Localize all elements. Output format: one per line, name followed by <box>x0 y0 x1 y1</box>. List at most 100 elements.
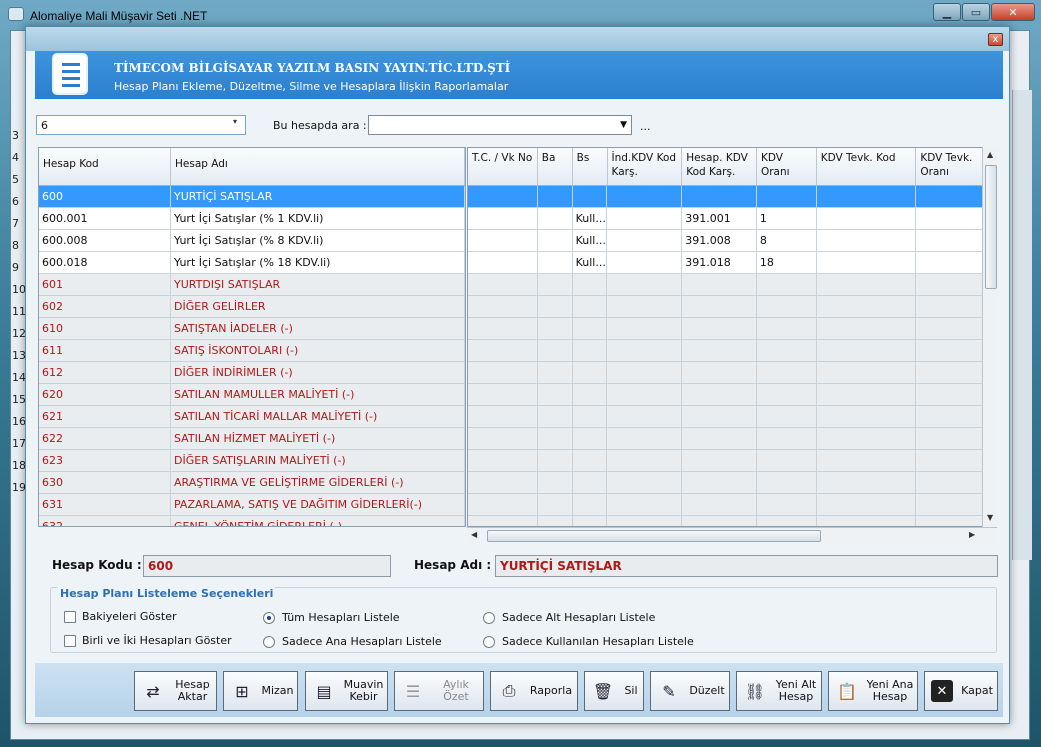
chevron-down-icon[interactable]: ▼ <box>620 120 627 130</box>
scroll-down-icon[interactable]: ▼ <box>987 513 993 522</box>
table-row[interactable] <box>468 494 996 516</box>
hesap-aktar-button[interactable]: ⇄ Hesap Aktar <box>134 671 217 711</box>
cell-tc <box>468 274 538 295</box>
table-row[interactable]: Kull... 391.001 1 <box>468 208 996 230</box>
list-all-radio[interactable]: Tüm Hesapları Listele <box>263 611 400 624</box>
minimize-button[interactable]: ▁ <box>933 3 961 21</box>
table-row[interactable] <box>468 362 996 384</box>
scroll-up-icon[interactable]: ▲ <box>987 150 993 159</box>
table-row[interactable] <box>468 274 996 296</box>
radio[interactable] <box>483 611 495 624</box>
cell-hkdv <box>682 406 757 427</box>
hesap-adi-field[interactable]: YURTİÇİ SATIŞLAR <box>495 555 998 577</box>
list-sub-label: Sadece Alt Hesapları Listele <box>502 611 656 624</box>
column-header[interactable]: T.C. / Vk No <box>468 148 538 185</box>
table-row[interactable]: Kull... 391.008 8 <box>468 230 996 252</box>
table-row[interactable]: 600.008 Yurt İçi Satışlar (% 8 KDV.li) <box>39 230 465 252</box>
table-row[interactable] <box>468 516 996 526</box>
column-header[interactable]: Bs <box>573 148 608 185</box>
cell-bs <box>573 340 608 361</box>
raporla-button[interactable]: ⎙ Raporla <box>490 671 578 711</box>
column-header[interactable]: Hesap Kod <box>39 148 171 185</box>
list-used-radio[interactable]: Sadece Kullanılan Hesapları Listele <box>483 635 694 648</box>
duzelt-button[interactable]: ✎ Düzelt <box>650 671 730 711</box>
column-header[interactable]: Ba <box>538 148 573 185</box>
muavin-kebir-button[interactable]: ▤ Muavin Kebir <box>305 671 388 711</box>
duzelt-label: Düzelt <box>689 684 725 697</box>
mizan-button[interactable]: ⊞ Mizan <box>223 671 298 711</box>
table-row[interactable]: 600 YURTİÇİ SATIŞLAR <box>39 186 465 208</box>
kapat-button[interactable]: ✕ Kapat <box>924 671 998 711</box>
scroll-right-icon[interactable]: ▶ <box>969 530 975 539</box>
cell-oran: 1 <box>757 208 817 229</box>
table-row[interactable]: 612 DİĞER İNDİRİMLER (-) <box>39 362 465 384</box>
table-row[interactable]: 601 YURTDIŞI SATIŞLAR <box>39 274 465 296</box>
cell-bs: Kull... <box>573 208 608 229</box>
table-row[interactable] <box>468 450 996 472</box>
show-balances-checkbox[interactable]: Bakiyeleri Göster <box>64 610 176 623</box>
yeni-alt-hesap-button[interactable]: ⛓ Yeni Alt Hesap <box>736 671 822 711</box>
yeni-ana-hesap-button[interactable]: 📋 Yeni Ana Hesap <box>828 671 918 711</box>
column-header[interactable]: KDV Oranı <box>757 148 817 185</box>
table-row[interactable]: 620 SATILAN MAMULLER MALİYETİ (-) <box>39 384 465 406</box>
table-row[interactable]: 611 SATIŞ İSKONTOLARI (-) <box>39 340 465 362</box>
table-row[interactable] <box>468 318 996 340</box>
list-sub-radio[interactable]: Sadece Alt Hesapları Listele <box>483 611 655 624</box>
hscroll-thumb[interactable] <box>487 530 821 542</box>
table-row[interactable]: 622 SATILAN HİZMET MALİYETİ (-) <box>39 428 465 450</box>
table-row[interactable]: 602 DİĞER GELİRLER <box>39 296 465 318</box>
hesap-kodu-field[interactable]: 600 <box>143 555 391 577</box>
table-row[interactable] <box>468 406 996 428</box>
table-row[interactable] <box>468 296 996 318</box>
table-row[interactable]: 610 SATIŞTAN İADELER (-) <box>39 318 465 340</box>
table-row[interactable]: 630 ARAŞTIRMA VE GELİŞTİRME GİDERLERİ (-) <box>39 472 465 494</box>
cell-ba <box>538 406 573 427</box>
close-window-button[interactable]: ✕ <box>991 3 1035 21</box>
table-row[interactable]: Kull... 391.018 18 <box>468 252 996 274</box>
scroll-thumb[interactable] <box>985 165 997 289</box>
more-options-dots[interactable]: ... <box>640 120 651 133</box>
radio[interactable] <box>483 635 495 648</box>
company-name: TİMECOM BİLGİSAYAR YAZILM BASIN YAYIN.Tİ… <box>114 61 511 75</box>
cell-ba <box>538 472 573 493</box>
table-row[interactable]: 600.018 Yurt İçi Satışlar (% 18 KDV.li) <box>39 252 465 274</box>
table-row[interactable]: 631 PAZARLAMA, SATIŞ VE DAĞITIM GİDERLERİ… <box>39 494 465 516</box>
cell-oran <box>757 472 817 493</box>
table-row[interactable]: 621 SATILAN TİCARİ MALLAR MALİYETİ (-) <box>39 406 465 428</box>
grid-vertical-scrollbar[interactable]: ▲ ▼ <box>982 147 998 527</box>
column-header[interactable]: İnd.KDV Kod Karş. <box>608 148 683 185</box>
column-header[interactable]: KDV Tevk. Kod <box>817 148 917 185</box>
table-row[interactable] <box>468 340 996 362</box>
table-row[interactable] <box>468 384 996 406</box>
header-banner: TİMECOM BİLGİSAYAR YAZILM BASIN YAYIN.Tİ… <box>35 51 1003 99</box>
table-row[interactable] <box>468 186 996 208</box>
cell-hkdv <box>682 296 757 317</box>
column-header[interactable]: Hesap. KDV Kod Karş. <box>682 148 757 185</box>
table-row[interactable] <box>468 428 996 450</box>
radio-selected[interactable] <box>263 611 275 624</box>
radio[interactable] <box>263 635 275 648</box>
dialog-close-button[interactable]: x <box>988 33 1003 46</box>
aylik-ozet-button[interactable]: ☰ Aylık Özet <box>394 671 484 711</box>
list-main-radio[interactable]: Sadece Ana Hesapları Listele <box>263 635 442 648</box>
table-row[interactable] <box>468 472 996 494</box>
cell-ba <box>538 274 573 295</box>
table-row[interactable]: 623 DİĞER SATIŞLARIN MALİYETİ (-) <box>39 450 465 472</box>
show-one-two-checkbox[interactable]: Birli ve İki Hesapları Göster <box>64 634 232 647</box>
cell-bs <box>573 494 608 515</box>
account-search-input[interactable]: 6 <box>36 115 246 135</box>
cell-ba <box>538 230 573 251</box>
grid-horizontal-scrollbar[interactable]: ◀ ▶ <box>467 527 997 543</box>
table-row[interactable]: 632 GENEL YÖNETİM GİDERLERİ (-) <box>39 516 465 526</box>
sil-button[interactable]: 🗑 Sil <box>584 671 644 711</box>
scroll-left-icon[interactable]: ◀ <box>471 530 477 539</box>
search-spin-icon[interactable]: ▾ <box>233 117 237 126</box>
cell-kod: 611 <box>39 340 171 361</box>
search-field-combo[interactable]: ▼ <box>368 115 632 135</box>
maximize-button[interactable]: ▭ <box>962 3 990 21</box>
table-row[interactable]: 600.001 Yurt İçi Satışlar (% 1 KDV.li) <box>39 208 465 230</box>
column-header[interactable]: Hesap Adı <box>171 148 465 185</box>
checkbox-box[interactable] <box>64 610 76 623</box>
checkbox-box[interactable] <box>64 634 76 647</box>
clipboard-icon: 📋 <box>837 681 857 701</box>
